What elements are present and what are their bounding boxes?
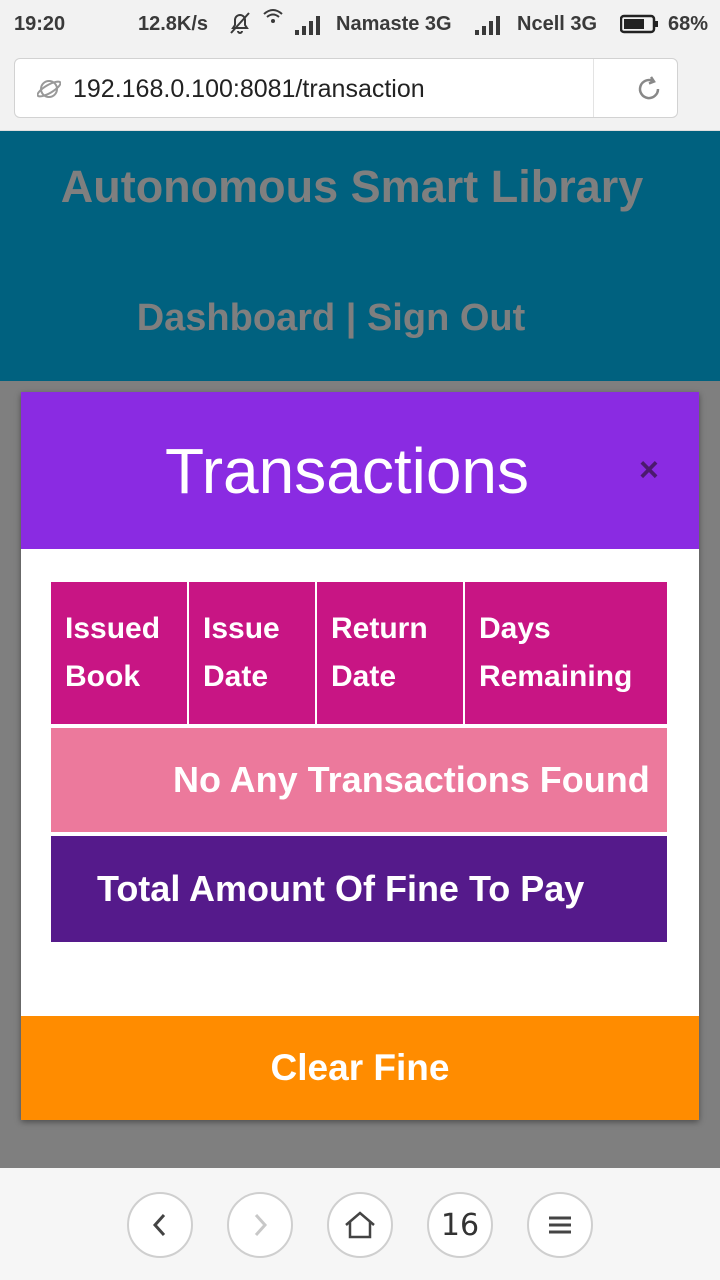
site-header: Autonomous Smart Library Dashboard | Sig… bbox=[0, 131, 720, 381]
wifi-icon bbox=[262, 8, 284, 32]
browser-bottom-nav: 16 bbox=[0, 1168, 720, 1280]
address-bar[interactable]: 192.168.0.100:8081/transaction bbox=[14, 58, 678, 118]
col-label: Issue bbox=[203, 612, 280, 645]
tabs-icon[interactable]: 16 bbox=[427, 1192, 493, 1258]
col-return-date: Return Date bbox=[316, 582, 465, 726]
status-speed: 12.8K/s bbox=[138, 13, 209, 35]
col-label: Remaining bbox=[479, 660, 633, 693]
fine-row: Total Amount Of Fine To Pay bbox=[51, 832, 667, 942]
col-label: Issued bbox=[65, 612, 161, 645]
col-label: Date bbox=[203, 660, 269, 693]
home-icon[interactable] bbox=[327, 1192, 393, 1258]
status-time: 19:20 bbox=[14, 13, 66, 35]
empty-message: No Any Transactions Found bbox=[51, 724, 667, 834]
browser-toolbar: 192.168.0.100:8081/transaction bbox=[0, 50, 720, 131]
url-text[interactable]: 192.168.0.100:8081/transaction bbox=[73, 75, 425, 104]
menu-icon[interactable] bbox=[527, 1192, 593, 1258]
status-bar: 19:20 12.8K/s Namaste 3G Ncell 3G 68% bbox=[0, 0, 720, 50]
nav-signout-link[interactable]: Sign Out bbox=[367, 297, 525, 339]
clear-fine-button[interactable]: Clear Fine bbox=[21, 1016, 699, 1120]
reload-icon[interactable] bbox=[635, 75, 663, 108]
col-label: Book bbox=[65, 660, 140, 693]
status-carrier-1: Namaste 3G bbox=[336, 13, 452, 35]
modal-header: Transactions × bbox=[21, 392, 699, 549]
battery-icon bbox=[619, 14, 660, 40]
col-label: Date bbox=[331, 660, 397, 693]
site-nav: Dashboard | Sign Out bbox=[0, 297, 662, 340]
col-label: Days bbox=[479, 612, 551, 645]
total-fine-label: Total Amount Of Fine To Pay bbox=[51, 832, 667, 942]
table-header-row: Issued Book Issue Date Return Date Days Rema… bbox=[51, 582, 667, 726]
back-icon[interactable] bbox=[127, 1192, 193, 1258]
close-icon[interactable]: × bbox=[639, 450, 659, 490]
nav-dashboard-link[interactable]: Dashboard bbox=[137, 297, 335, 339]
col-issue-date: Issue Date bbox=[188, 582, 317, 726]
globe-icon bbox=[36, 77, 62, 106]
status-carrier-2: Ncell 3G bbox=[517, 13, 598, 35]
col-days-remaining: Days Remaining bbox=[464, 582, 667, 726]
bell-off-icon bbox=[228, 10, 252, 42]
transactions-table: Issued Book Issue Date Return Date Days Rema… bbox=[51, 582, 667, 942]
battery-percent: 68% bbox=[668, 13, 709, 35]
modal-title: Transactions bbox=[165, 435, 529, 507]
transactions-modal: Transactions × Issued Book Issue Date Retu… bbox=[21, 392, 699, 1120]
site-title: Autonomous Smart Library bbox=[60, 161, 644, 212]
url-divider bbox=[593, 59, 594, 117]
signal-icon bbox=[294, 14, 324, 42]
col-issued-book: Issued Book bbox=[51, 582, 189, 726]
signal-icon bbox=[474, 14, 504, 42]
empty-row: No Any Transactions Found bbox=[51, 724, 667, 834]
nav-separator: | bbox=[335, 297, 367, 339]
col-label: Return bbox=[331, 612, 428, 645]
forward-icon[interactable] bbox=[227, 1192, 293, 1258]
